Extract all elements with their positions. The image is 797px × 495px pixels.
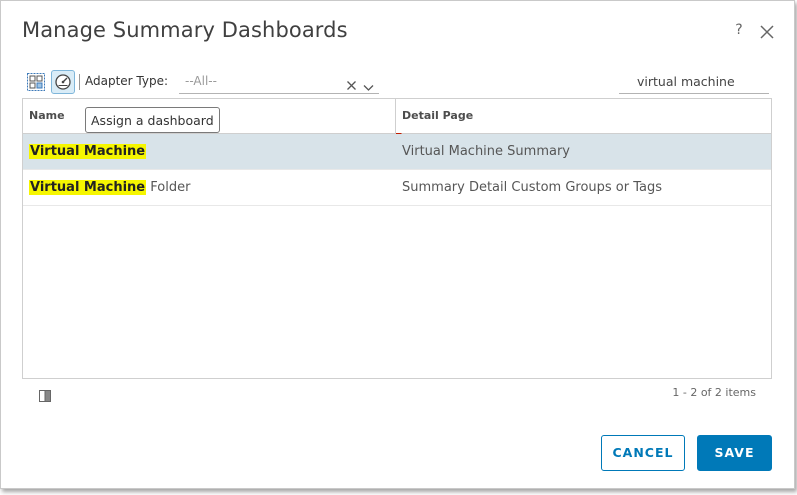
toolbar-divider [79, 74, 80, 90]
grid-view-icon[interactable] [26, 72, 46, 92]
column-separator[interactable] [395, 99, 396, 133]
table-row[interactable]: Virtual Machine Folder Summary Detail Cu… [23, 170, 771, 206]
adapter-type-value: --All-- [185, 74, 217, 88]
clear-icon[interactable] [346, 76, 357, 90]
cell-name-rest: Folder [146, 180, 191, 195]
table-row[interactable]: Virtual Machine Virtual Machine Summary [23, 134, 771, 170]
close-icon[interactable] [758, 23, 776, 41]
search-highlight: Virtual Machine [29, 144, 147, 159]
toolbar: Adapter Type: --All-- [22, 68, 772, 98]
search-input[interactable] [619, 70, 769, 92]
column-header-name[interactable]: Name [29, 109, 65, 122]
cell-name: Virtual Machine Folder [29, 180, 190, 195]
cell-detail-page[interactable]: Summary Detail Custom Groups or Tags [402, 180, 662, 195]
dashboards-grid: Name Detail Page Virtual Machine Virtual… [22, 98, 772, 379]
manage-summary-dashboards-dialog: Manage Summary Dashboards ? Adapter Type… [0, 0, 795, 489]
cancel-button[interactable]: CANCEL [601, 435, 685, 471]
gauge-dashboard-icon[interactable] [51, 70, 75, 94]
cell-name: Virtual Machine [29, 144, 147, 159]
pagination-info: 1 - 2 of 2 items [672, 386, 756, 399]
cell-detail-page[interactable]: Virtual Machine Summary [402, 144, 570, 159]
adapter-type-select[interactable]: --All-- [179, 70, 379, 94]
tooltip: Assign a dashboard [85, 107, 220, 133]
help-icon[interactable]: ? [732, 22, 746, 42]
column-toggle-icon[interactable] [39, 387, 51, 402]
dialog-title: Manage Summary Dashboards [22, 18, 348, 42]
search-field[interactable] [619, 70, 769, 94]
chevron-down-icon[interactable] [363, 77, 374, 91]
save-button[interactable]: SAVE [697, 435, 772, 471]
adapter-type-label: Adapter Type: [85, 74, 169, 88]
search-highlight: Virtual Machine [29, 180, 147, 195]
column-header-detail-page[interactable]: Detail Page [402, 109, 473, 122]
